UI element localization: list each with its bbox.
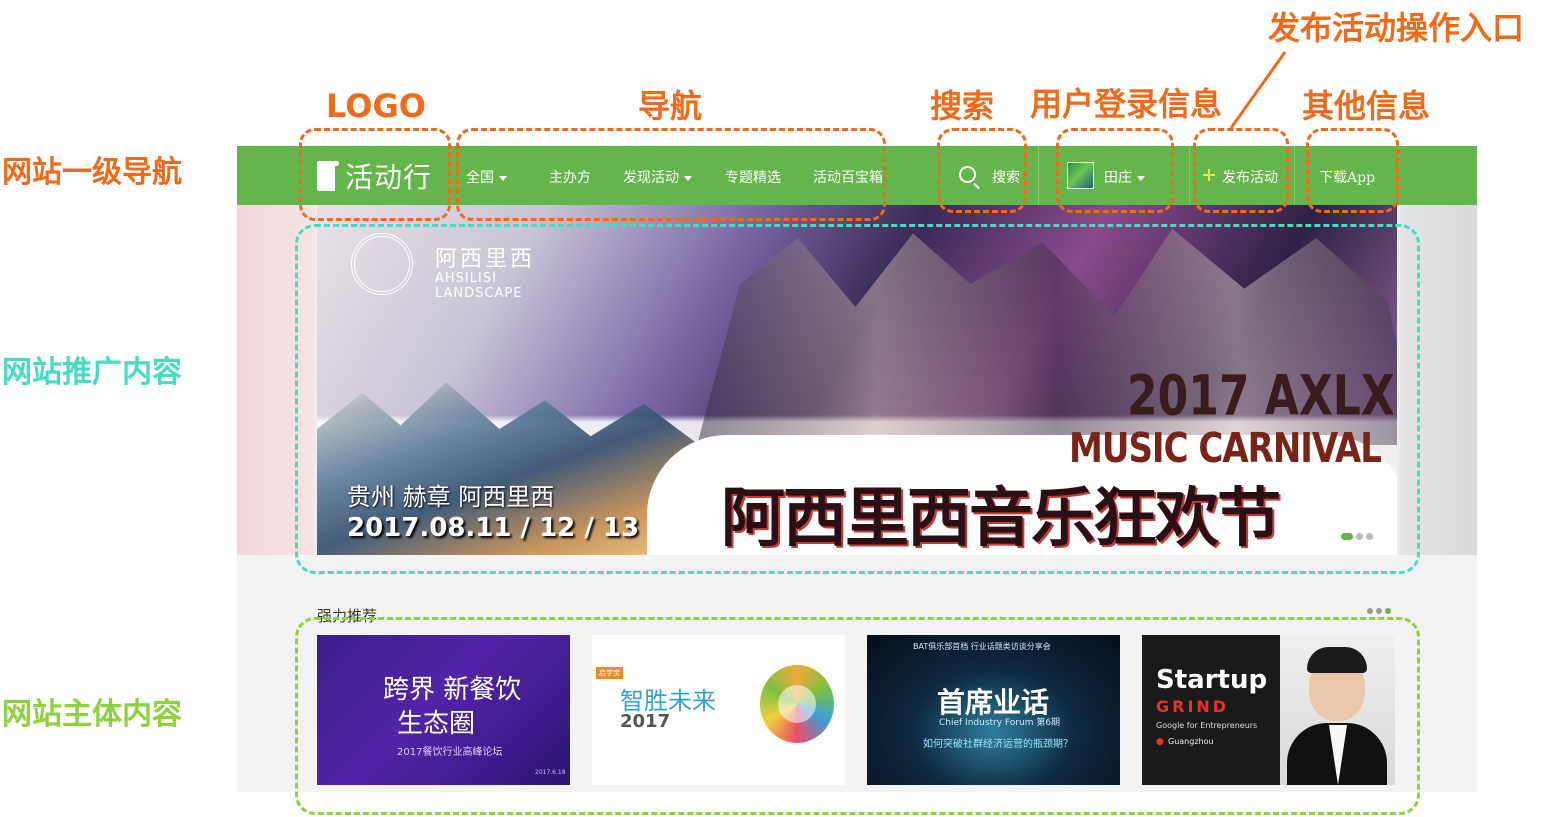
banner-location: 贵州 赫章 阿西里西 xyxy=(347,483,555,511)
card-title-line2: 生态圈 xyxy=(397,709,476,739)
card-tag: BAT俱乐部首档 行业话题类访谈分享会 xyxy=(913,642,1051,651)
nav-item-label: 发现活动 xyxy=(623,170,679,186)
annotation-other-info: 其他信息 xyxy=(1302,87,1431,125)
annotation-logo: LOGO xyxy=(326,87,426,125)
nav-divider xyxy=(1189,146,1190,205)
card-city: Guangzhou xyxy=(1168,737,1214,746)
carousel-dot[interactable] xyxy=(1366,533,1373,540)
pager-dot-active[interactable] xyxy=(1385,608,1391,614)
publish-event-button[interactable]: 发布活动 xyxy=(1222,167,1278,187)
nav-item-discover[interactable]: 发现活动 xyxy=(623,167,692,187)
annotated-screenshot: LOGO 导航 搜索 用户登录信息 其他信息 发布活动操作入口 网站一级导航 网… xyxy=(0,0,1548,817)
nav-item-label: 活动百宝箱 xyxy=(813,170,883,186)
top-navigation-bar: 活动行 全国 主办方 发现活动 专题精选 活动百宝箱 搜索 田庄 发布活动 下载… xyxy=(237,146,1477,205)
nav-divider xyxy=(1038,146,1039,205)
annotation-search: 搜索 xyxy=(930,87,995,125)
section-title-recommended: 强力推荐 xyxy=(317,607,378,625)
banner-year-number: 2017 xyxy=(1127,364,1250,429)
card-badge: 启学宝 xyxy=(596,667,623,679)
banner-year: 2017 AXLX xyxy=(1127,365,1395,429)
banner-dates: 2017.08.11 / 12 / 13 xyxy=(347,513,640,543)
pager-dot[interactable] xyxy=(1376,608,1382,614)
speaker-hair xyxy=(1307,647,1367,673)
annotation-publish-entry: 发布活动操作入口 xyxy=(1268,9,1525,47)
promo-banner[interactable]: 阿西里西 AHSILISI LANDSCAPE 2017 AXLX MUSIC … xyxy=(317,205,1397,555)
annotation-user-login: 用户登录信息 xyxy=(1030,85,1223,123)
door-logo-icon xyxy=(317,161,339,191)
card-question: 如何突破社群经济运营的瓶颈期？ xyxy=(923,739,1073,750)
chevron-down-icon xyxy=(684,175,692,181)
event-card[interactable]: BAT俱乐部首档 行业话题类访谈分享会 首席业话 Chief Industry … xyxy=(867,635,1120,785)
circle-highlight xyxy=(778,685,816,723)
nav-divider xyxy=(1294,146,1295,205)
annotation-arrow-line xyxy=(1229,51,1287,129)
user-avatar[interactable] xyxy=(1067,162,1094,189)
annotation-nav: 导航 xyxy=(638,87,703,125)
nav-item-organizers[interactable]: 主办方 xyxy=(549,167,591,187)
event-card[interactable]: Startup GRIND Google for Entrepreneurs ●… xyxy=(1142,635,1395,785)
card-date: 2017.6.18 xyxy=(535,769,566,776)
download-app-link[interactable]: 下载App xyxy=(1319,167,1375,187)
card-subtitle: 2017餐饮行业高峰论坛 xyxy=(397,747,503,758)
banner-event-en: MUSIC CARNIVAL xyxy=(1069,425,1382,473)
chevron-down-icon xyxy=(1137,175,1145,181)
user-menu[interactable]: 田庄 xyxy=(1104,167,1145,187)
card-title-en: Chief Industry Forum 第6期 xyxy=(939,718,1061,728)
carousel-dot[interactable] xyxy=(1356,533,1363,540)
card-brand-line1: Startup xyxy=(1156,665,1268,695)
site-logo[interactable]: 活动行 xyxy=(317,158,432,194)
annotation-main-content: 网站主体内容 xyxy=(2,697,182,732)
event-card[interactable]: 跨界 新餐饮 生态圈 2017餐饮行业高峰论坛 2017.6.18 xyxy=(317,635,570,785)
nav-item-region[interactable]: 全国 xyxy=(466,167,507,187)
website-homepage: 活动行 全国 主办方 发现活动 专题精选 活动百宝箱 搜索 田庄 发布活动 下载… xyxy=(237,146,1477,792)
section-pager xyxy=(1367,608,1391,614)
nav-item-label: 专题精选 xyxy=(725,170,781,186)
banner-event-short: AXLX xyxy=(1264,364,1395,429)
banner-brand-cn: 阿西里西 xyxy=(435,247,536,272)
nav-item-topics[interactable]: 专题精选 xyxy=(725,167,781,187)
card-title-line1: 跨界 新餐饮 xyxy=(383,675,522,705)
banner-brand-en-line2: LANDSCAPE xyxy=(435,286,523,301)
ahsilisi-logo-icon xyxy=(351,233,413,295)
event-card[interactable]: 启学宝 智胜未来 2017 xyxy=(592,635,845,785)
banner-brand-en: AHSILISI LANDSCAPE xyxy=(435,271,522,301)
annotation-promo-content: 网站推广内容 xyxy=(2,355,182,390)
card-brand-line2: GRIND xyxy=(1156,697,1230,716)
carousel-indicators xyxy=(1341,533,1373,540)
card-year: 2017 xyxy=(620,711,671,732)
nav-item-label: 主办方 xyxy=(549,170,591,186)
pager-dot[interactable] xyxy=(1367,608,1373,614)
location-pin-icon: ● xyxy=(1156,737,1164,747)
nav-item-label: 全国 xyxy=(466,170,494,186)
search-icon[interactable] xyxy=(959,166,976,183)
logo-text: 活动行 xyxy=(345,161,433,194)
card-powered: Google for Entrepreneurs xyxy=(1156,721,1258,730)
plus-icon xyxy=(1203,169,1215,181)
banner-event-cn: 阿西里西音乐狂欢节 xyxy=(721,482,1281,555)
nav-item-toolbox[interactable]: 活动百宝箱 xyxy=(813,167,883,187)
user-name: 田庄 xyxy=(1104,170,1132,186)
annotation-primary-nav: 网站一级导航 xyxy=(2,155,182,190)
search-button[interactable]: 搜索 xyxy=(992,167,1020,187)
banner-brand-en-line1: AHSILISI xyxy=(435,271,497,286)
chevron-down-icon xyxy=(499,175,507,181)
carousel-dot-active[interactable] xyxy=(1341,533,1353,540)
